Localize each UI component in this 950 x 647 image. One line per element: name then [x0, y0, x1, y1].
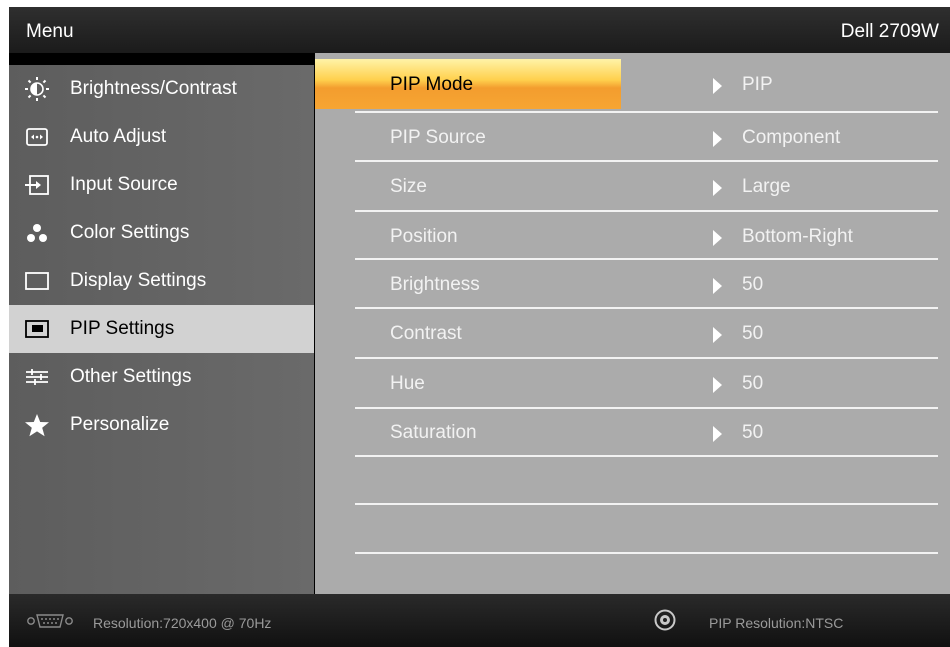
setting-label: Saturation	[390, 422, 477, 443]
vga-connector-icon	[26, 613, 74, 629]
sidebar-item-color-settings[interactable]: Color Settings	[9, 209, 314, 257]
setting-value: PIP	[742, 74, 773, 95]
sidebar-item-other-settings[interactable]: Other Settings	[9, 353, 314, 401]
sidebar-item-label: Input Source	[70, 174, 178, 195]
arrow-right-icon	[713, 180, 722, 196]
setting-value: Large	[742, 176, 791, 197]
setting-value: Bottom-Right	[742, 226, 853, 247]
sidebar-item-display-settings[interactable]: Display Settings	[9, 257, 314, 305]
arrow-right-icon	[713, 78, 722, 94]
setting-value: 50	[742, 373, 764, 394]
setting-row-contrast[interactable]: Contrast 50	[315, 308, 950, 358]
osd-menu-window: Menu Dell 2709W Brightness/Contrast Auto…	[9, 7, 950, 647]
row-divider	[355, 503, 938, 505]
auto-adjust-icon	[24, 125, 50, 149]
star-icon	[24, 413, 50, 437]
pip-settings-icon	[24, 317, 50, 341]
component-input-icon	[654, 609, 676, 631]
menu-header: Menu Dell 2709W	[9, 7, 950, 53]
setting-label: Brightness	[390, 274, 480, 295]
arrow-right-icon	[713, 327, 722, 343]
sidebar-item-label: Color Settings	[70, 222, 190, 243]
sidebar-item-label: Display Settings	[70, 270, 207, 291]
setting-label: PIP Source	[390, 127, 486, 148]
setting-label: Position	[390, 226, 458, 247]
arrow-right-icon	[713, 278, 722, 294]
arrow-right-icon	[713, 377, 722, 393]
monitor-model: Dell 2709W	[840, 21, 939, 42]
setting-value: Component	[742, 127, 841, 148]
brightness-icon	[24, 77, 50, 101]
status-footer: Resolution:720x400 @ 70Hz PIP Resolution…	[9, 594, 950, 647]
sidebar-item-label: PIP Settings	[70, 318, 175, 339]
sidebar-item-personalize[interactable]: Personalize	[9, 401, 314, 449]
arrow-right-icon	[713, 426, 722, 442]
sidebar-item-label: Other Settings	[70, 366, 192, 387]
setting-row-hue[interactable]: Hue 50	[315, 358, 950, 408]
arrow-right-icon	[713, 230, 722, 246]
sidebar-menu: Brightness/Contrast Auto Adjust Input So…	[9, 65, 314, 594]
setting-row-brightness[interactable]: Brightness 50	[315, 259, 950, 309]
setting-label: PIP Mode	[390, 74, 474, 95]
setting-row-position[interactable]: Position Bottom-Right	[315, 211, 950, 261]
input-source-icon	[24, 173, 50, 197]
setting-label: Hue	[390, 373, 425, 394]
setting-row-saturation[interactable]: Saturation 50	[315, 407, 950, 457]
sidebar-item-input-source[interactable]: Input Source	[9, 161, 314, 209]
menu-title: Menu	[26, 21, 74, 42]
setting-value: 50	[742, 323, 764, 344]
sidebar-item-label: Brightness/Contrast	[70, 78, 237, 99]
sidebar-item-brightness-contrast[interactable]: Brightness/Contrast	[9, 65, 314, 113]
pip-resolution-status: PIP Resolution:NTSC	[709, 615, 844, 631]
sidebar-item-label: Personalize	[70, 414, 170, 435]
sidebar-item-auto-adjust[interactable]: Auto Adjust	[9, 113, 314, 161]
setting-value: 50	[742, 422, 764, 443]
arrow-right-icon	[713, 131, 722, 147]
setting-label: Size	[390, 176, 427, 197]
setting-value: 50	[742, 274, 764, 295]
setting-row-pip-mode[interactable]: PIP Mode PIP	[315, 59, 950, 109]
setting-row-size[interactable]: Size Large	[315, 161, 950, 211]
sidebar-item-pip-settings[interactable]: PIP Settings	[9, 305, 314, 353]
row-divider	[355, 552, 938, 554]
color-settings-icon	[24, 221, 50, 245]
pip-settings-panel: PIP Mode PIP PIP Source Component Size L…	[315, 53, 950, 594]
setting-label: Contrast	[390, 323, 462, 344]
display-settings-icon	[24, 269, 50, 293]
setting-row-pip-source[interactable]: PIP Source Component	[315, 112, 950, 162]
row-divider	[355, 455, 938, 457]
resolution-status: Resolution:720x400 @ 70Hz	[93, 615, 272, 631]
sidebar-item-label: Auto Adjust	[70, 126, 167, 147]
other-settings-icon	[24, 365, 50, 389]
